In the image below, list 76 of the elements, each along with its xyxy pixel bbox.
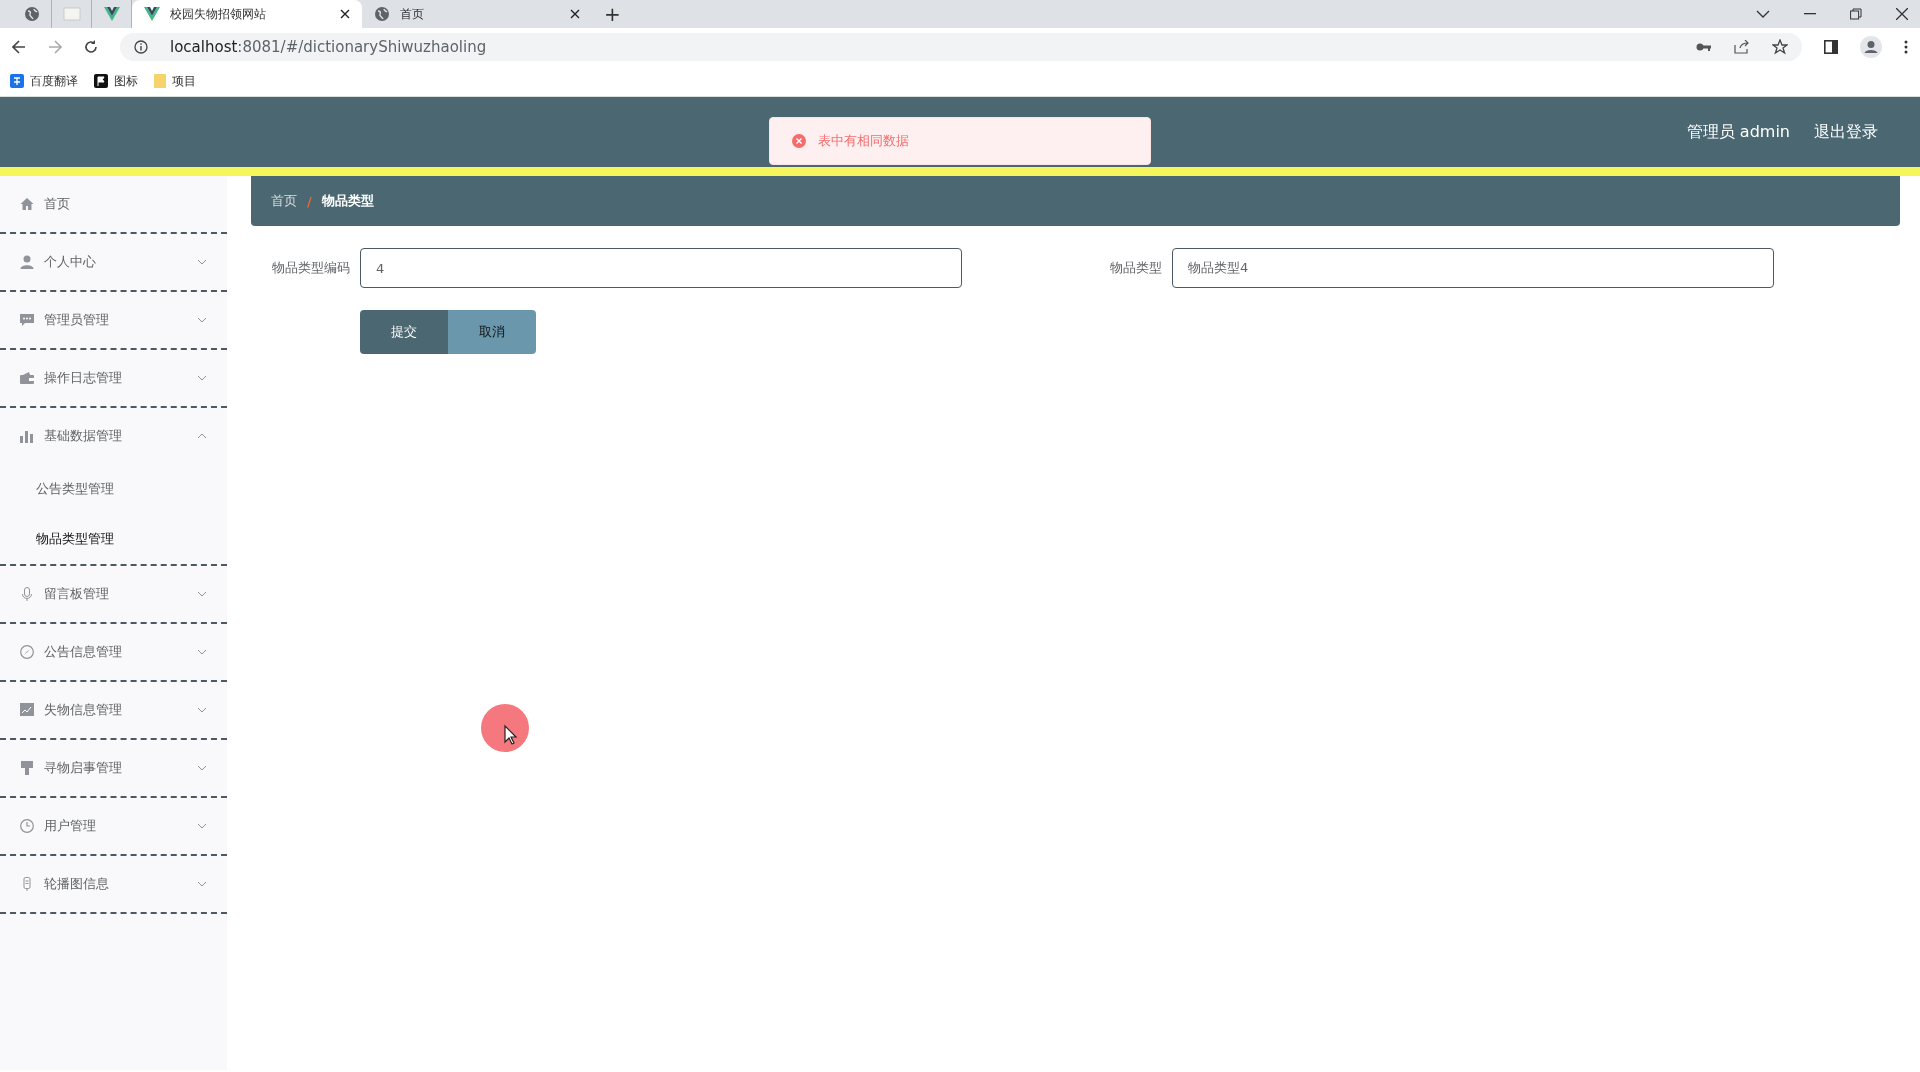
restore-icon[interactable] (1850, 8, 1862, 20)
user-name: 管理员 admin (1686, 121, 1790, 143)
wallet-icon (20, 371, 34, 385)
chat-icon (20, 313, 34, 327)
flag-icon (94, 74, 108, 88)
side-panel-icon[interactable] (1824, 40, 1838, 54)
click-indicator-drawing (481, 704, 529, 752)
chevron-down-icon (197, 649, 207, 655)
chevron-down-icon (197, 591, 207, 597)
chevron-down-icon[interactable] (1756, 10, 1770, 18)
sidebar-item[interactable]: 轮播图信息 (0, 856, 227, 912)
clock-icon (20, 819, 34, 833)
cancel-button[interactable]: 取消 (448, 310, 536, 354)
minimize-icon[interactable] (1804, 13, 1816, 15)
bookmark[interactable]: 百度翻译 (10, 72, 78, 90)
folder-icon (154, 74, 166, 88)
sidebar-subitem[interactable]: 公告类型管理 (0, 464, 227, 514)
vue-logo-icon (144, 7, 160, 21)
chevron-down-icon (197, 881, 207, 887)
sidebar-item[interactable]: 留言板管理 (0, 566, 227, 622)
sidebar-item[interactable]: 基础数据管理 (0, 408, 227, 464)
bookmark[interactable]: 图标 (94, 72, 138, 90)
info-icon (134, 40, 148, 54)
sidebar-item[interactable]: 首页 (0, 176, 227, 232)
translate-icon (10, 74, 24, 88)
page-icon (62, 7, 81, 21)
reload-icon[interactable] (84, 40, 98, 54)
share-icon[interactable] (1734, 40, 1750, 54)
sidebar-item[interactable]: 个人中心 (0, 234, 227, 290)
breadcrumb-separator: / (307, 193, 312, 209)
star-icon[interactable] (1772, 39, 1788, 55)
logout-link[interactable]: 退出登录 (1814, 121, 1878, 143)
breadcrumb-item[interactable]: 首页 (271, 192, 297, 210)
sidebar-item[interactable]: 操作日志管理 (0, 350, 227, 406)
submit-button[interactable]: 提交 (360, 310, 448, 354)
mic-icon (20, 587, 34, 601)
sidebar-item[interactable]: 失物信息管理 (0, 682, 227, 738)
sidebar-item[interactable]: 用户管理 (0, 798, 227, 854)
input-field[interactable]: 物品类型4 (1172, 248, 1774, 288)
globe-icon (374, 6, 390, 22)
error-icon (792, 134, 806, 148)
close-icon[interactable] (1896, 8, 1908, 20)
breadcrumb-item: 物品类型 (321, 192, 374, 210)
chart-icon (20, 703, 34, 717)
close-icon[interactable] (570, 9, 580, 19)
sidebar-item[interactable]: 管理员管理 (0, 292, 227, 348)
chevron-up-icon (197, 433, 207, 439)
address-bar[interactable]: localhost:8081/#/dictionaryShiwuzhaoling (120, 33, 1802, 61)
chevron-down-icon (197, 765, 207, 771)
bookmark[interactable]: 项目 (154, 72, 196, 90)
field-label: 物品类型 (1109, 259, 1162, 277)
profile-icon[interactable] (1860, 36, 1882, 58)
sidebar-item[interactable]: 寻物启事管理 (0, 740, 227, 796)
user-icon (20, 255, 34, 269)
chevron-down-icon (197, 317, 207, 323)
sidebar-subitem[interactable]: 物品类型管理 (0, 514, 227, 564)
browser-tab[interactable]: 校园失物招领网站 (132, 0, 362, 28)
toast-message: 表中有相同数据 (818, 132, 909, 150)
home-icon (20, 197, 34, 211)
field-label: 物品类型编码 (271, 259, 350, 277)
vue-logo-icon (103, 7, 120, 21)
close-icon[interactable] (340, 9, 350, 19)
sidebar-item[interactable]: 公告信息管理 (0, 624, 227, 680)
compass-icon (20, 645, 34, 659)
chevron-down-icon (197, 259, 207, 265)
input-field[interactable]: 4 (360, 248, 962, 288)
browser-tab[interactable]: 首页 (362, 0, 592, 28)
new-tab-button[interactable]: + (604, 4, 621, 24)
chevron-down-icon (197, 707, 207, 713)
more-vertical-icon[interactable] (1904, 40, 1908, 54)
chevron-down-icon (197, 823, 207, 829)
back-arrow-icon[interactable] (12, 40, 26, 54)
bars-icon (20, 429, 34, 443)
globe-icon (23, 6, 40, 22)
chevron-down-icon (197, 375, 207, 381)
key-icon[interactable] (1696, 42, 1712, 52)
